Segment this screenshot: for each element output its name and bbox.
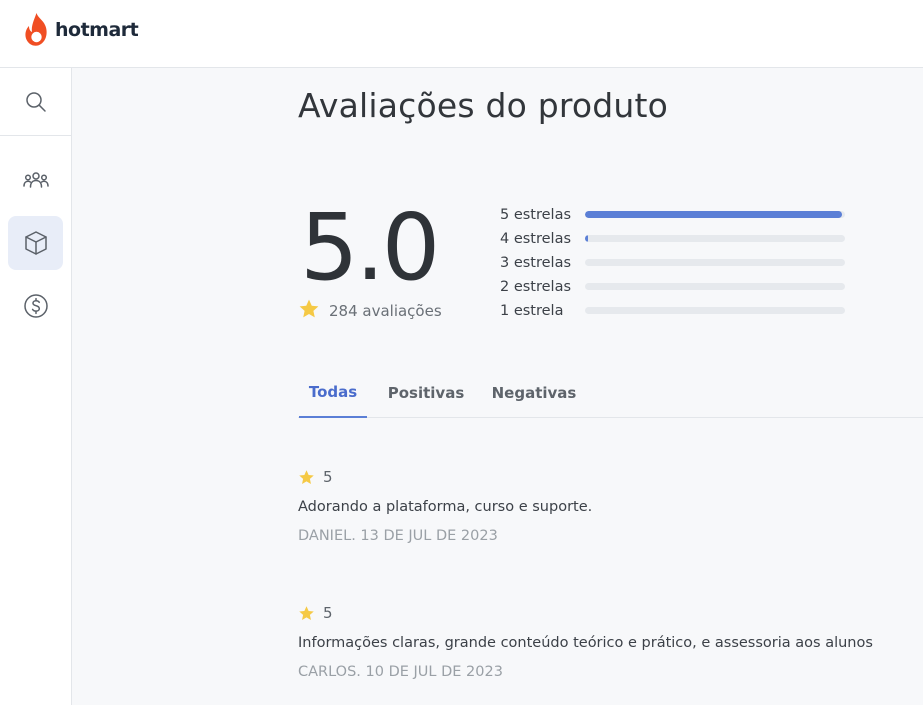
distribution-bar-track <box>585 307 845 314</box>
reviews-count: 284 avaliações <box>298 298 442 324</box>
tab-todas[interactable]: Todas <box>299 368 367 418</box>
review-text: Adorando a plataforma, curso e suporte. <box>298 499 593 515</box>
sidebar-search-button[interactable] <box>0 68 71 136</box>
tab-negativas[interactable]: Negativas <box>490 368 578 418</box>
search-icon <box>25 91 46 112</box>
distribution-label: 2 estrelas <box>500 279 572 295</box>
tab-positivas[interactable]: Positivas <box>386 368 466 418</box>
distribution-bar-track <box>585 235 845 242</box>
top-bar: hotmart <box>0 0 923 68</box>
distribution-row: 1 estrela <box>500 300 860 324</box>
sidebar-item-products[interactable] <box>8 216 63 270</box>
star-icon <box>298 298 320 324</box>
review-filter-tabs: Todas Positivas Negativas <box>298 368 923 418</box>
distribution-bar-track <box>585 211 845 218</box>
review-rating-value: 5 <box>323 468 333 486</box>
brand-name: hotmart <box>55 19 139 41</box>
distribution-label: 1 estrela <box>500 303 564 319</box>
review-rating-value: 5 <box>323 604 333 622</box>
distribution-bar-track <box>585 259 845 266</box>
page-title: Avaliações do produto <box>298 86 669 125</box>
flame-logo-icon <box>25 13 47 46</box>
review-author-date: CARLOS. 10 DE JUL DE 2023 <box>298 664 503 680</box>
review-rating: 5 <box>298 604 923 622</box>
rating-distribution: 5 estrelas 4 estrelas 3 estrelas 2 estrelas… <box>500 204 860 324</box>
distribution-bar-fill <box>585 235 588 242</box>
distribution-bar-fill <box>585 211 843 218</box>
sidebar-item-audience[interactable] <box>8 153 63 207</box>
review-author-date: DANIEL. 13 DE JUL DE 2023 <box>298 528 498 544</box>
users-icon <box>22 172 49 188</box>
reviews-count-label: 284 avaliações <box>329 302 442 320</box>
dollar-icon <box>23 294 48 318</box>
review-rating: 5 <box>298 468 923 486</box>
distribution-bar-track <box>585 283 845 290</box>
average-score: 5.0 <box>300 194 440 301</box>
review-item: 5 Adorando a plataforma, curso e suporte… <box>298 468 923 544</box>
distribution-label: 5 estrelas <box>500 207 572 223</box>
star-icon <box>299 469 314 484</box>
distribution-label: 4 estrelas <box>500 231 572 247</box>
hotmart-logo[interactable]: hotmart <box>24 10 139 50</box>
box-icon <box>24 231 47 255</box>
sidebar <box>0 68 72 705</box>
star-icon <box>299 605 314 620</box>
distribution-row: 2 estrelas <box>500 276 860 300</box>
distribution-row: 3 estrelas <box>500 252 860 276</box>
review-text: Informações claras, grande conteúdo teór… <box>298 635 873 651</box>
review-item: 5 Informações claras, grande conteúdo te… <box>298 604 923 680</box>
distribution-row: 4 estrelas <box>500 228 860 252</box>
sidebar-item-sales[interactable] <box>8 279 63 333</box>
distribution-row: 5 estrelas <box>500 204 860 228</box>
distribution-label: 3 estrelas <box>500 255 572 271</box>
